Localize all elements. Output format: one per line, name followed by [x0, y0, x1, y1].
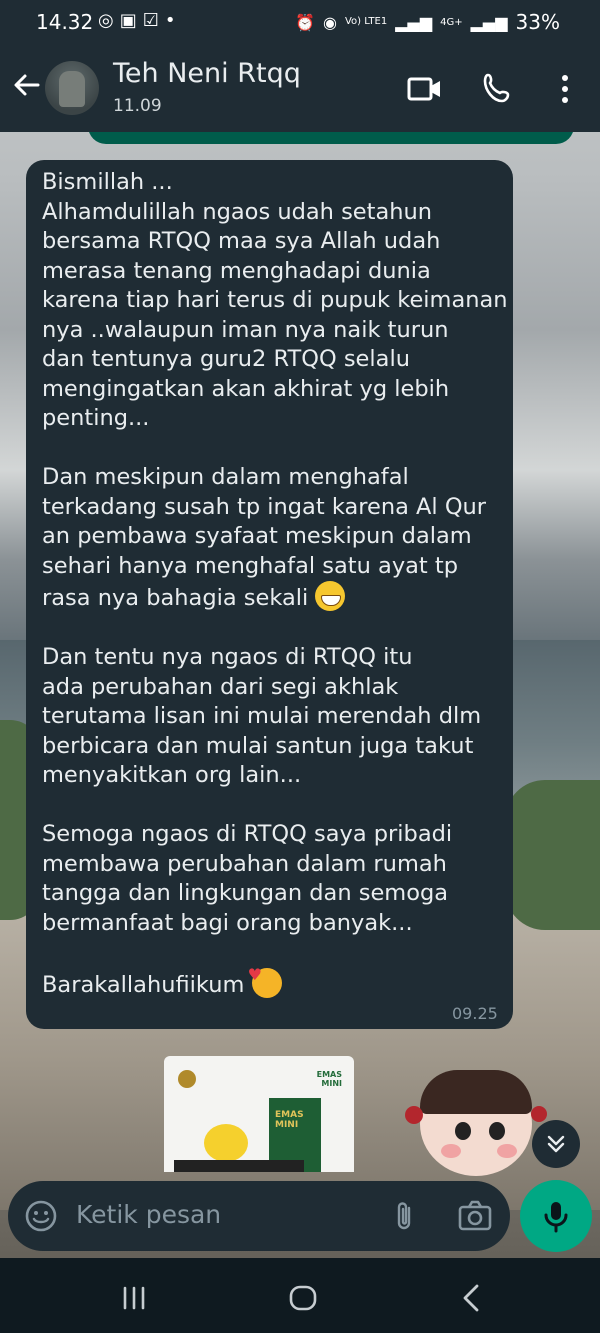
contact-avatar[interactable] [45, 61, 99, 115]
system-icons: ⏰ ◉ Vo) LTE1 ▂▄▆ 4G+ ▂▄▆ 33% [295, 10, 560, 34]
sticker-cheek [441, 1144, 461, 1158]
sticker-hair [420, 1070, 532, 1114]
check-icon: ☑ [142, 10, 165, 31]
dot-icon: • [164, 10, 182, 31]
contact-name[interactable]: Teh Neni Rtqq [113, 58, 301, 89]
status-bar: 14.32 ◎▣☑• ⏰ ◉ Vo) LTE1 ▂▄▆ 4G+ ▂▄▆ 33% [0, 0, 600, 44]
sticker-bow [531, 1106, 547, 1122]
sticker-cheek [497, 1144, 517, 1158]
brand-logo-icon [178, 1070, 196, 1088]
more-options-icon[interactable] [546, 70, 584, 108]
microphone-icon [544, 1202, 568, 1233]
sticker-eye [455, 1122, 471, 1140]
shopee-icon: ▣ [119, 10, 143, 31]
wallpaper-shrub [505, 780, 600, 930]
signal-icon: ▂▄▆ [470, 12, 508, 32]
message-input[interactable]: Ketik pesan [76, 1200, 221, 1229]
instagram-icon: ◎ [98, 10, 120, 31]
home-icon[interactable] [283, 1278, 323, 1318]
voice-message-button[interactable] [520, 1180, 592, 1252]
attach-icon[interactable] [388, 1199, 422, 1233]
status-time: 14.32 [36, 10, 94, 34]
back-arrow-icon[interactable] [12, 70, 42, 100]
network-type: 4G+ [440, 16, 463, 28]
system-navigation-bar [0, 1258, 600, 1333]
lightbulb-icon [204, 1124, 248, 1162]
message-time: 09.25 [452, 1004, 498, 1023]
grinning-emoji-icon [315, 581, 346, 611]
sticker-eye [489, 1122, 505, 1140]
emoji-icon[interactable] [24, 1199, 58, 1233]
back-icon[interactable] [452, 1278, 492, 1318]
girl-sticker[interactable] [405, 1064, 547, 1176]
double-chevron-down-icon [547, 1135, 565, 1153]
hotspot-icon: ◉ [322, 12, 337, 32]
last-seen: 11.09 [113, 96, 162, 116]
top-bar: 14.32 ◎▣☑• ⏰ ◉ Vo) LTE1 ▂▄▆ 4G+ ▂▄▆ 33% … [0, 0, 600, 132]
chat-screen: 14.32 ◎▣☑• ⏰ ◉ Vo) LTE1 ▂▄▆ 4G+ ▂▄▆ 33% … [0, 0, 600, 1333]
voice-call-icon[interactable] [480, 70, 518, 108]
signal-icon: ▂▄▆ [395, 12, 433, 32]
scroll-to-bottom-button[interactable] [532, 1120, 580, 1168]
card-brand-label: EMAS MINI [316, 1070, 342, 1088]
message-text: Bismillah ... Alhamdulillah ngaos udah s… [42, 168, 512, 1000]
alarm-icon: ⏰ [295, 12, 315, 32]
sticker-bow [405, 1106, 423, 1124]
video-call-icon[interactable] [406, 70, 444, 108]
camera-icon[interactable] [456, 1198, 494, 1234]
notification-icons: ◎▣☑• [98, 10, 182, 31]
recent-apps-icon[interactable] [114, 1278, 154, 1318]
chat-header: Teh Neni Rtqq 11.09 [0, 44, 600, 132]
product-label: EMAS MINI [275, 1110, 304, 1130]
network-label: Vo) LTE1 [344, 16, 388, 27]
image-message-thumbnail[interactable]: EMAS MINI EMAS MINI [164, 1056, 354, 1172]
message-text-part: Bismillah ... Alhamdulillah ngaos udah s… [42, 169, 508, 611]
card-banner [174, 1160, 304, 1172]
smiling-hearts-emoji-icon [248, 960, 282, 998]
message-text-part: Dan tentu nya ngaos di RTQQ itu ada peru… [42, 644, 482, 998]
battery-level: 33% [515, 10, 560, 34]
